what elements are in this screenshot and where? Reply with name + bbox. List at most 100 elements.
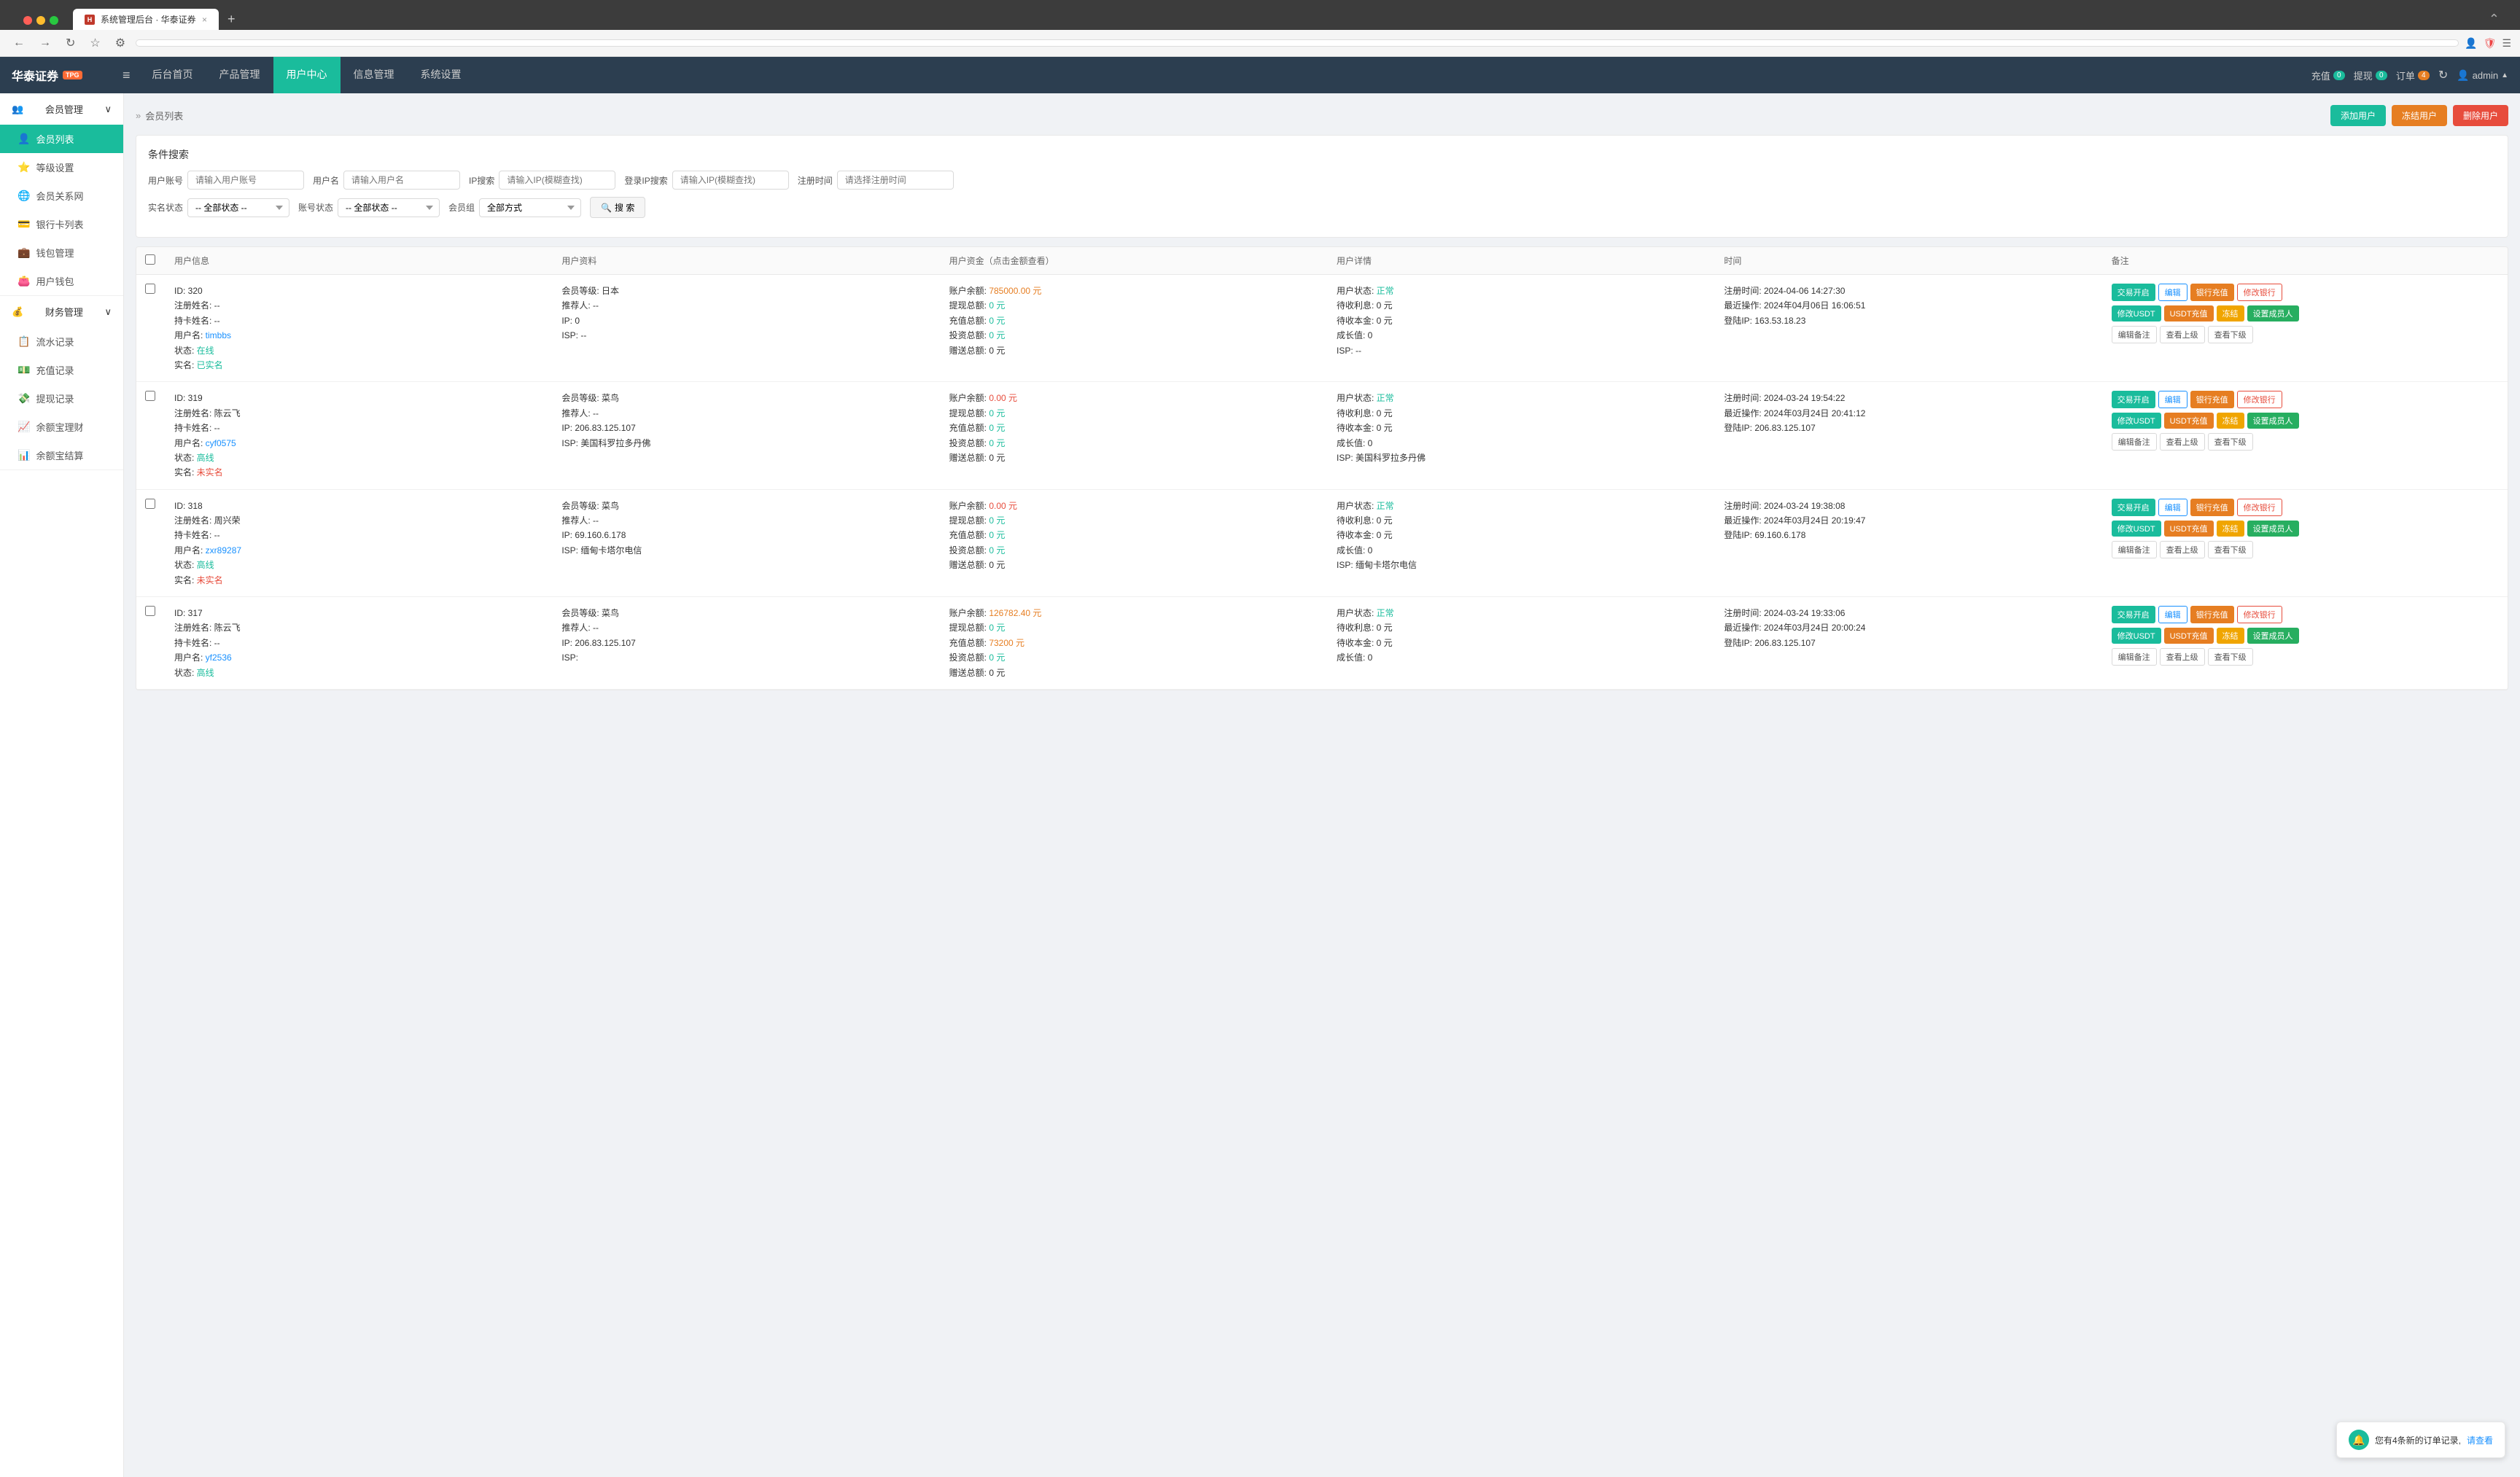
modify-usdt-btn[interactable]: 修改USDT	[2112, 305, 2161, 321]
modify-bank-btn[interactable]: 修改银行	[2237, 606, 2282, 623]
sidebar-item-member-list[interactable]: 👤 会员列表	[0, 125, 123, 153]
refresh-btn[interactable]: ↻	[61, 34, 79, 52]
notification-link[interactable]: 请查看	[2467, 1434, 2493, 1446]
row-select-checkbox[interactable]	[145, 606, 155, 616]
account-status-select[interactable]: -- 全部状态 --	[338, 198, 440, 217]
sidebar-header-finance[interactable]: 💰 财务管理 ∨	[0, 296, 123, 327]
trade-start-btn[interactable]: 交易开启	[2112, 499, 2155, 516]
delete-user-button[interactable]: 删除用户	[2453, 105, 2508, 126]
view-parent-btn[interactable]: 查看上级	[2160, 541, 2205, 558]
row-select-checkbox[interactable]	[145, 391, 155, 401]
realname-select[interactable]: -- 全部状态 --	[187, 198, 289, 217]
edit-note-btn[interactable]: 编辑备注	[2112, 433, 2157, 451]
close-window-btn[interactable]	[23, 16, 32, 25]
username-link[interactable]: yf2536	[206, 652, 232, 663]
usdt-recharge-btn[interactable]: USDT充值	[2164, 305, 2214, 321]
bank-recharge-btn[interactable]: 银行充值	[2190, 606, 2234, 623]
freeze-btn[interactable]: 冻结	[2217, 521, 2244, 537]
bank-recharge-btn[interactable]: 银行充值	[2190, 499, 2234, 516]
sidebar-item-bank-cards[interactable]: 💳 银行卡列表	[0, 210, 123, 238]
maximize-window-btn[interactable]	[50, 16, 58, 25]
usdt-recharge-btn[interactable]: USDT充值	[2164, 413, 2214, 429]
usdt-recharge-btn[interactable]: USDT充值	[2164, 521, 2214, 537]
set-member-btn[interactable]: 设置成员人	[2247, 305, 2299, 321]
edit-note-btn[interactable]: 编辑备注	[2112, 541, 2157, 558]
close-tab-btn[interactable]: ×	[202, 15, 207, 25]
trade-start-btn[interactable]: 交易开启	[2112, 391, 2155, 408]
sidebar-item-user-wallet[interactable]: 👛 用户钱包	[0, 267, 123, 295]
trade-start-btn[interactable]: 交易开启	[2112, 606, 2155, 623]
login-ip-input[interactable]	[672, 171, 789, 190]
sidebar-item-withdraw-records[interactable]: 💸 提现记录	[0, 384, 123, 413]
view-parent-btn[interactable]: 查看上级	[2160, 648, 2205, 666]
sidebar-item-member-network[interactable]: 🌐 会员关系网	[0, 182, 123, 210]
shield-icon[interactable]: 🛡	[2484, 37, 2497, 50]
nav-toggle-btn[interactable]: ≡	[114, 68, 139, 83]
edit-btn[interactable]: 编辑	[2158, 391, 2188, 408]
member-group-select[interactable]: 全部方式	[479, 198, 581, 217]
bank-recharge-btn[interactable]: 银行充值	[2190, 284, 2234, 301]
forward-btn[interactable]: →	[35, 35, 55, 51]
modify-bank-btn[interactable]: 修改银行	[2237, 391, 2282, 408]
page-refresh-btn[interactable]: ↻	[2438, 68, 2448, 82]
usdt-recharge-btn[interactable]: USDT充值	[2164, 628, 2214, 644]
view-child-btn[interactable]: 查看下级	[2208, 648, 2253, 666]
view-child-btn[interactable]: 查看下级	[2208, 541, 2253, 558]
address-bar[interactable]	[136, 39, 2459, 47]
sidebar-item-yuebao-settlement[interactable]: 📊 余额宝结算	[0, 441, 123, 469]
set-member-btn[interactable]: 设置成员人	[2247, 628, 2299, 644]
username-link[interactable]: cyf0575	[206, 438, 236, 448]
username-link[interactable]: timbbs	[206, 330, 231, 340]
view-parent-btn[interactable]: 查看上级	[2160, 326, 2205, 343]
username-link[interactable]: zxr89287	[206, 545, 241, 556]
sidebar-item-wallet-mgmt[interactable]: 💼 钱包管理	[0, 238, 123, 267]
sidebar-item-yuebao[interactable]: 📈 余额宝理财	[0, 413, 123, 441]
modify-usdt-btn[interactable]: 修改USDT	[2112, 413, 2161, 429]
search-button[interactable]: 🔍 搜 索	[590, 197, 645, 218]
nav-item-info[interactable]: 信息管理	[341, 57, 408, 93]
new-tab-btn[interactable]: +	[222, 9, 241, 30]
nav-item-dashboard[interactable]: 后台首页	[139, 57, 206, 93]
admin-menu-btn[interactable]: 👤 admin ▲	[2457, 69, 2508, 82]
view-child-btn[interactable]: 查看下级	[2208, 326, 2253, 343]
edit-btn[interactable]: 编辑	[2158, 499, 2188, 516]
nav-item-settings[interactable]: 系统设置	[408, 57, 475, 93]
modify-bank-btn[interactable]: 修改银行	[2237, 284, 2282, 301]
recharge-btn[interactable]: 充值 0	[2311, 69, 2345, 82]
set-member-btn[interactable]: 设置成员人	[2247, 521, 2299, 537]
sidebar-item-transaction-records[interactable]: 📋 流水记录	[0, 327, 123, 356]
modify-bank-btn[interactable]: 修改银行	[2237, 499, 2282, 516]
edit-btn[interactable]: 编辑	[2158, 606, 2188, 623]
edit-note-btn[interactable]: 编辑备注	[2112, 326, 2157, 343]
active-browser-tab[interactable]: H 系统管理后台 · 华泰证券 ×	[73, 9, 219, 30]
freeze-btn[interactable]: 冻结	[2217, 305, 2244, 321]
ip-input[interactable]	[499, 171, 615, 190]
add-user-button[interactable]: 添加用户	[2330, 105, 2386, 126]
extensions-btn[interactable]: ⚙	[111, 34, 130, 52]
sidebar-header-members[interactable]: 👥 会员管理 ∨	[0, 93, 123, 125]
withdraw-btn[interactable]: 提现 0	[2354, 69, 2387, 82]
profile-btn[interactable]: 👤	[2465, 37, 2477, 50]
row-select-checkbox[interactable]	[145, 284, 155, 294]
reg-time-input[interactable]	[837, 171, 954, 190]
freeze-user-button[interactable]: 冻结用户	[2392, 105, 2447, 126]
modify-usdt-btn[interactable]: 修改USDT	[2112, 521, 2161, 537]
back-btn[interactable]: ←	[9, 35, 29, 51]
menu-btn[interactable]: ☰	[2502, 37, 2511, 50]
freeze-btn[interactable]: 冻结	[2217, 413, 2244, 429]
bookmark-btn[interactable]: ☆	[85, 34, 104, 52]
edit-btn[interactable]: 编辑	[2158, 284, 2188, 301]
modify-usdt-btn[interactable]: 修改USDT	[2112, 628, 2161, 644]
nav-item-products[interactable]: 产品管理	[206, 57, 273, 93]
username-input[interactable]	[343, 171, 460, 190]
order-btn[interactable]: 订单 4	[2396, 69, 2430, 82]
sidebar-item-recharge-records[interactable]: 💵 充值记录	[0, 356, 123, 384]
view-child-btn[interactable]: 查看下级	[2208, 433, 2253, 451]
view-parent-btn[interactable]: 查看上级	[2160, 433, 2205, 451]
row-select-checkbox[interactable]	[145, 499, 155, 509]
sidebar-item-level-settings[interactable]: ⭐ 等级设置	[0, 153, 123, 182]
nav-item-users[interactable]: 用户中心	[273, 57, 341, 93]
edit-note-btn[interactable]: 编辑备注	[2112, 648, 2157, 666]
bank-recharge-btn[interactable]: 银行充值	[2190, 391, 2234, 408]
freeze-btn[interactable]: 冻结	[2217, 628, 2244, 644]
